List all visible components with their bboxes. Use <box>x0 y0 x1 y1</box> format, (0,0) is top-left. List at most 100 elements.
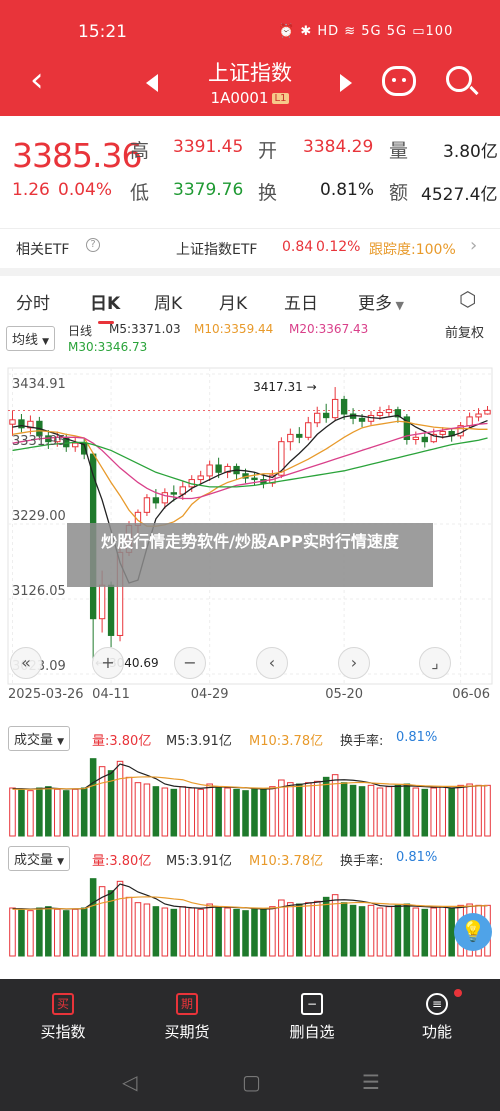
candle-body <box>107 584 115 636</box>
volume-bar <box>376 787 384 837</box>
volume-ma10-line <box>12 896 488 910</box>
volume-bar <box>188 787 196 837</box>
low-label: 低 <box>130 182 150 204</box>
change-value: 1.26 <box>12 180 50 200</box>
volume-bar <box>278 899 285 957</box>
volume-bar <box>376 907 384 957</box>
fullscreen-button[interactable]: ⌟ <box>419 647 451 679</box>
nav-buy-futures[interactable]: 期 买期货 <box>142 993 232 1042</box>
volume-indicator-select-2[interactable]: 成交量 ▼ <box>8 846 71 871</box>
ma30-label: M30:3346.73 <box>68 340 148 354</box>
back-button[interactable]: ‹ <box>30 62 60 102</box>
volume-bar <box>179 786 187 837</box>
status-time: 15:21 <box>78 22 127 42</box>
volume-indicator-label: 成交量 <box>14 733 54 748</box>
volume-bar <box>80 907 88 957</box>
open-label: 开 <box>258 140 278 162</box>
volume-bar <box>269 906 276 957</box>
page-title: 上证指数 <box>208 61 292 85</box>
volume-indicator-label: 成交量 <box>14 853 54 868</box>
candle-body <box>296 433 303 438</box>
volume-header: 成交量 ▼ 量:3.80亿 M5:3.91亿 M10:3.78亿 换手率: 0.… <box>0 726 500 752</box>
volume-bar <box>197 788 204 837</box>
volume-turnover: 0.81% <box>396 730 438 745</box>
tab-weekly[interactable]: 周K <box>154 289 182 314</box>
period-tabs: 分时 日K 周K 月K 五日 更多 ▼ ⬡ <box>0 268 500 324</box>
ma-line-m20 <box>12 422 488 500</box>
volume-bar <box>457 784 464 837</box>
nav-buy-futures-label: 买期货 <box>164 1023 210 1041</box>
volume-bar <box>9 907 16 957</box>
change-pct: 0.04% <box>58 180 113 200</box>
caret-down-icon: ▼ <box>392 299 404 312</box>
tab-daily[interactable]: 日K <box>90 289 120 324</box>
lightbulb-icon[interactable]: 💡 <box>454 913 492 951</box>
tab-five-day[interactable]: 五日 <box>284 289 318 314</box>
volume-bar <box>161 907 169 957</box>
robot-assistant-icon[interactable] <box>382 66 416 96</box>
volume-bar <box>9 787 16 837</box>
volume-bar <box>430 787 438 837</box>
system-back-icon[interactable]: ◁ <box>122 1070 137 1094</box>
volume-bar <box>251 907 258 957</box>
related-etf-row[interactable]: 相关ETF ? 上证指数ETF 0.84 0.12% 跟踪度:100% › <box>0 228 500 268</box>
previous-index-button[interactable] <box>146 74 158 92</box>
index-code-text: 1A0001 <box>210 89 269 107</box>
open-value: 3384.29 <box>303 137 374 157</box>
volume-chart[interactable] <box>0 752 500 838</box>
volume-chart-2[interactable] <box>0 872 500 958</box>
settings-hex-icon[interactable]: ⬡ <box>459 287 476 311</box>
volume-bar <box>215 786 222 837</box>
volume-bar <box>134 902 142 957</box>
volume-bar <box>197 908 204 957</box>
volume-label: 量 <box>389 140 409 162</box>
adjust-mode[interactable]: 前复权 <box>445 322 484 341</box>
candle-body <box>385 409 393 414</box>
help-icon[interactable]: ? <box>86 238 100 252</box>
candle-body <box>475 413 482 418</box>
candle-body <box>421 436 428 443</box>
amount-value: 4527.4亿 <box>421 185 498 205</box>
volume-bar <box>18 908 25 957</box>
volume-bar <box>36 907 43 957</box>
volume-bar <box>161 787 169 837</box>
nav-remove-watchlist-label: 删自选 <box>289 1023 335 1041</box>
system-home-icon[interactable]: ▢ <box>242 1070 261 1094</box>
ma-type-select[interactable]: 均线 ▼ <box>6 326 56 351</box>
x-tick-label: 2025-03-26 <box>8 687 84 702</box>
zoom-out-range-button[interactable]: « <box>10 647 42 679</box>
volume-bar <box>269 786 276 837</box>
chevron-left-icon: ‹ <box>268 653 276 672</box>
search-icon[interactable] <box>446 66 472 92</box>
volume-bar <box>313 780 321 837</box>
tab-more-label: 更多 <box>358 294 392 314</box>
zoom-out-button[interactable]: − <box>174 647 206 679</box>
tab-intraday[interactable]: 分时 <box>16 289 50 314</box>
zoom-in-button[interactable]: + <box>92 647 124 679</box>
volume-bar <box>260 908 267 957</box>
candle-body <box>197 475 204 481</box>
volume-bar <box>296 903 303 957</box>
nav-buy-index[interactable]: 买 买指数 <box>18 993 108 1042</box>
nav-functions[interactable]: ≡ 功能 <box>392 989 482 1042</box>
volume-bar <box>152 906 160 957</box>
scroll-left-button[interactable]: ‹ <box>256 647 288 679</box>
candle-body <box>322 412 330 419</box>
nav-remove-watchlist[interactable]: − 删自选 <box>267 993 357 1042</box>
next-index-button[interactable] <box>340 74 352 92</box>
etf-track: 跟踪度:100% <box>369 242 456 258</box>
tab-monthly[interactable]: 月K <box>219 289 247 314</box>
volume-bar <box>89 878 97 957</box>
volume-indicator-select[interactable]: 成交量 ▼ <box>8 726 71 751</box>
volume-value: 3.80亿 <box>443 142 498 162</box>
fullscreen-icon: ⌟ <box>431 653 439 672</box>
etf-price: 0.84 <box>282 239 314 255</box>
scroll-right-button[interactable]: › <box>338 647 370 679</box>
volume-bar <box>313 900 321 957</box>
volume-bar <box>116 760 124 837</box>
etf-pct: 0.12% <box>316 239 361 255</box>
system-recents-icon[interactable]: ☰ <box>362 1070 380 1094</box>
volume-bar <box>358 906 366 957</box>
y-tick-label: 3331.95 <box>12 434 66 449</box>
tab-more[interactable]: 更多 ▼ <box>358 289 404 314</box>
